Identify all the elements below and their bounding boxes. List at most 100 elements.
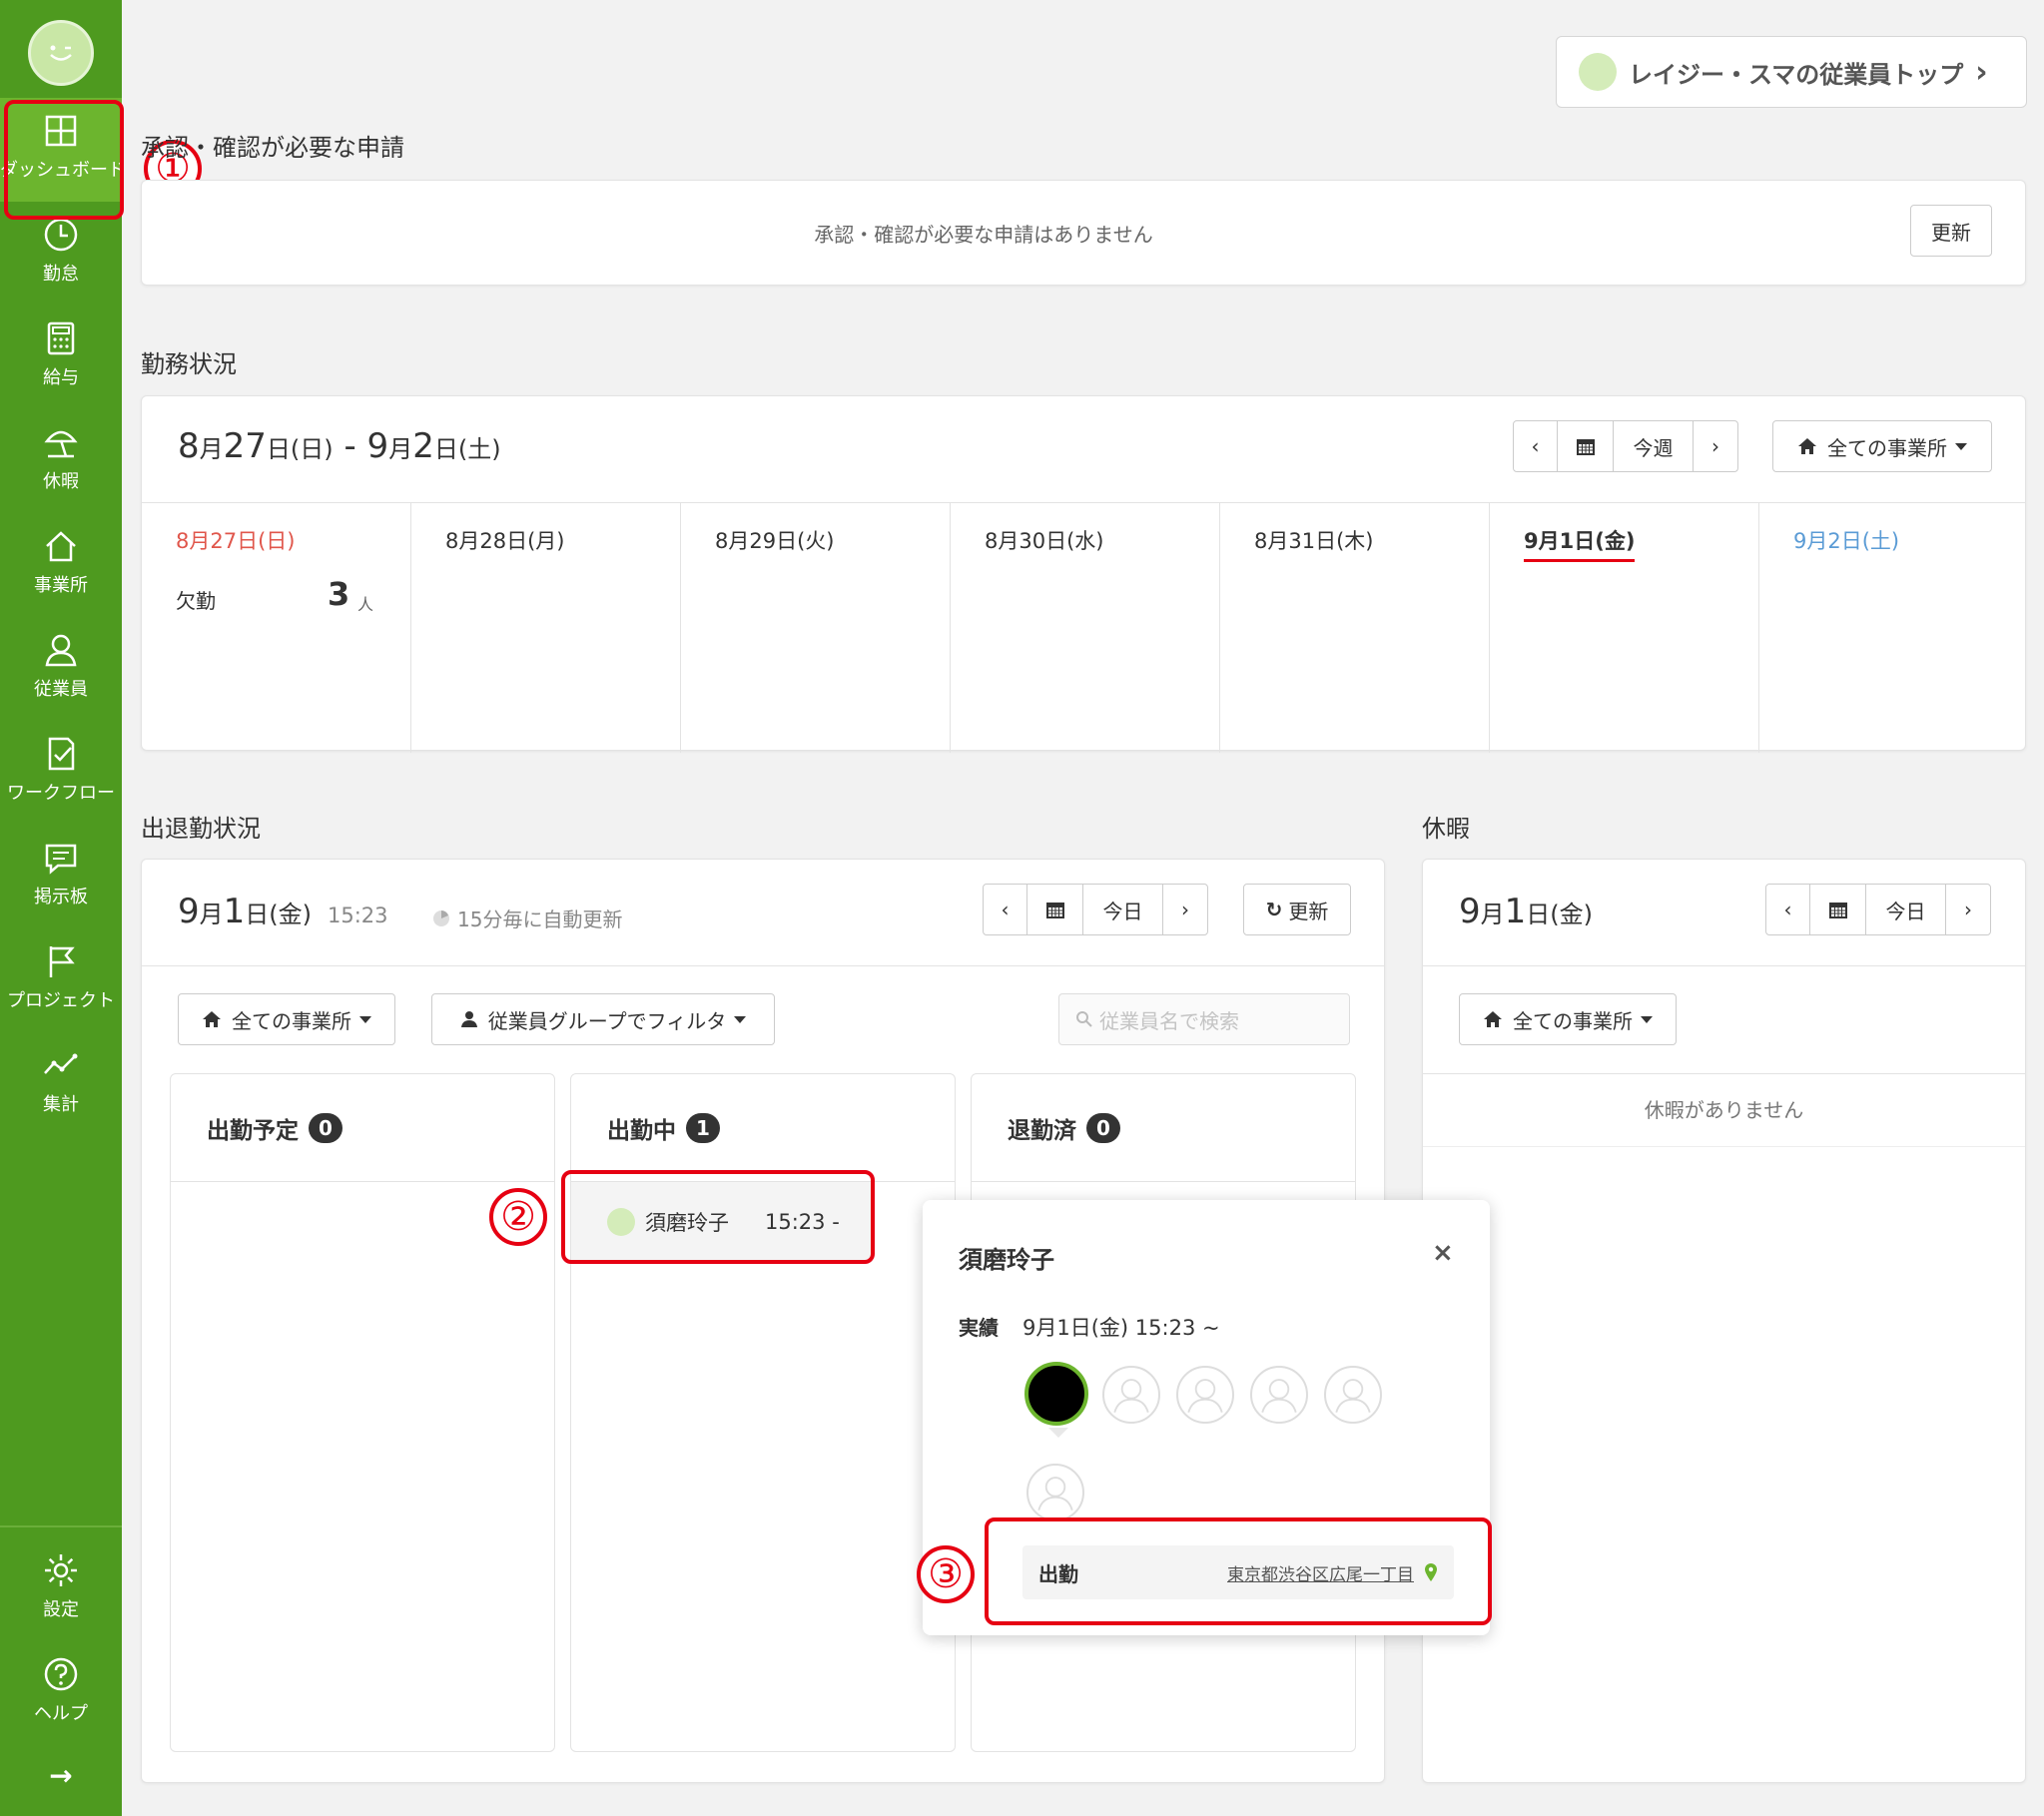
person-icon [1187, 1379, 1223, 1413]
sidebar-item-offices[interactable]: 事業所 [0, 513, 122, 617]
record-label: 実績 [959, 1316, 999, 1340]
office-filter-dropdown[interactable]: 全ての事業所 [178, 993, 395, 1045]
employee-search-input[interactable]: 従業員名で検索 [1058, 993, 1350, 1045]
office-filter-label: 全ての事業所 [1513, 1008, 1633, 1033]
photo-placeholder [1250, 1366, 1308, 1424]
sidebar-item-workflow[interactable]: ワークフロー [0, 721, 122, 825]
today-button[interactable]: 今日 [1083, 885, 1163, 934]
annotation-highlight-2 [561, 1170, 875, 1264]
sidebar-item-help[interactable]: ヘルプ [0, 1641, 122, 1745]
refresh-label: 更新 [1288, 899, 1329, 923]
sidebar-item-employees[interactable]: 従業員 [0, 617, 122, 721]
column-header: 出勤予定 0 [171, 1074, 554, 1182]
flag-icon [49, 946, 75, 977]
attendance-title: 出退勤状況 [141, 815, 261, 843]
close-icon[interactable]: × [1432, 1238, 1454, 1268]
leave-date: 9月1日(金) [1459, 892, 1594, 931]
work-status-card: 8月27日(日) - 9月2日(土) ‹ 今週 › 全ての事業所 8月27日(日… [141, 395, 2026, 753]
sidebar-item-label: 集計 [43, 1094, 79, 1115]
sidebar-item-label: 勤怠 [43, 264, 79, 285]
sidebar-item-board[interactable]: 掲示板 [0, 825, 122, 928]
popup-employee-name: 須磨玲子 [959, 1246, 1054, 1274]
this-week-button[interactable]: 今週 [1614, 421, 1694, 471]
punch-photo[interactable] [1024, 1362, 1088, 1426]
selected-pointer [1048, 1428, 1068, 1438]
attendance-date: 9月1日(金) [178, 892, 313, 931]
sidebar-item-label: プロジェクト [7, 990, 115, 1011]
day-label: 8月27日(日) [176, 529, 296, 553]
office-filter-label: 全ての事業所 [232, 1008, 351, 1033]
group-filter-dropdown[interactable]: 従業員グループでフィルタ [431, 993, 775, 1045]
sidebar-item-label: 従業員 [34, 679, 88, 700]
day-column[interactable]: 8月27日(日) 欠勤 3 人 [142, 503, 411, 753]
week-range: 8月27日(日) - 9月2日(土) [178, 426, 501, 466]
chart-line-icon [44, 1053, 78, 1074]
person-icon [460, 1011, 477, 1027]
approvals-title: 承認・確認が必要な申請 [141, 134, 404, 162]
today-button[interactable]: 今日 [1866, 885, 1946, 934]
calendar-button[interactable] [1558, 421, 1614, 471]
photo-placeholder [1324, 1366, 1382, 1424]
search-icon [1076, 1011, 1092, 1027]
prev-day-button[interactable]: ‹ [1766, 885, 1810, 934]
next-day-button[interactable]: › [1946, 885, 1990, 934]
calendar-button[interactable] [1810, 885, 1866, 934]
absence-count[interactable]: 3 [328, 575, 349, 613]
sidebar-item-settings[interactable]: 設定 [0, 1537, 122, 1641]
approvals-empty-text: 承認・確認が必要な申請はありません [814, 223, 1153, 247]
week-nav-group: ‹ 今週 › [1513, 420, 1738, 472]
help-icon [44, 1657, 78, 1691]
office-filter-dropdown[interactable]: 全ての事業所 [1772, 420, 1992, 472]
employee-top-link[interactable]: レイジー・スマの従業員トップ › [1556, 36, 2027, 108]
sidebar-item-project[interactable]: プロジェクト [0, 928, 122, 1032]
person-icon [1037, 1477, 1073, 1511]
leave-card: 9月1日(金) ‹ 今日 › 全ての事業所 休暇がありません [1422, 859, 2026, 1783]
day-label: 8月31日(木) [1254, 529, 1374, 553]
leave-empty-text: 休暇がありません [1423, 1073, 2025, 1147]
photo-placeholder [1176, 1366, 1234, 1424]
prev-day-button[interactable]: ‹ [984, 885, 1027, 934]
calendar-icon [1576, 439, 1595, 455]
approvals-refresh-button[interactable]: 更新 [1910, 205, 1992, 257]
calendar-button[interactable] [1027, 885, 1083, 934]
count-badge: 0 [1086, 1112, 1120, 1143]
next-day-button[interactable]: › [1163, 885, 1207, 934]
sidebar-item-label: 設定 [43, 1599, 79, 1620]
day-column[interactable]: 8月28日(月) [411, 503, 681, 753]
next-week-button[interactable]: › [1694, 421, 1737, 471]
count-badge: 1 [686, 1112, 720, 1143]
annotation-highlight-1 [4, 100, 124, 220]
scheduled-column: 出勤予定 0 [170, 1073, 555, 1752]
collapse-arrow-icon[interactable]: → [0, 1759, 122, 1792]
day-column[interactable]: 9月2日(土) [1759, 503, 2025, 753]
day-column[interactable]: 8月31日(木) [1220, 503, 1490, 753]
column-header: 退勤済 0 [972, 1074, 1355, 1182]
sidebar-item-payroll[interactable]: 給与 [0, 305, 122, 409]
attendance-refresh-button[interactable]: ↻ 更新 [1243, 884, 1351, 935]
day-column[interactable]: 8月30日(水) [951, 503, 1220, 753]
prev-week-button[interactable]: ‹ [1514, 421, 1558, 471]
sidebar-item-label: ヘルプ [34, 1703, 88, 1724]
sidebar-item-leave[interactable]: 休暇 [0, 409, 122, 513]
leave-title: 休暇 [1422, 815, 1470, 843]
attendance-time: 15:23 [328, 904, 388, 927]
home-icon [1484, 1011, 1502, 1027]
search-placeholder: 従業員名で検索 [1099, 1008, 1239, 1033]
home-icon [46, 531, 76, 562]
person-icon [1261, 1379, 1297, 1413]
app-logo[interactable] [28, 20, 94, 86]
sidebar-item-label: 休暇 [43, 471, 79, 492]
day-label: 9月1日(金) [1524, 525, 1636, 562]
sidebar-item-reports[interactable]: 集計 [0, 1032, 122, 1136]
sidebar-item-label: 事業所 [34, 575, 88, 596]
calendar-icon [1828, 903, 1847, 918]
office-filter-label: 全ての事業所 [1827, 435, 1947, 460]
auto-refresh-note: 15分毎に自動更新 [431, 904, 622, 932]
parasol-icon [44, 430, 78, 458]
group-filter-label: 従業員グループでフィルタ [487, 1008, 727, 1033]
day-column-today[interactable]: 9月1日(金) [1490, 503, 1759, 753]
office-filter-dropdown[interactable]: 全ての事業所 [1459, 993, 1677, 1045]
absence-label: 欠勤 [176, 589, 216, 613]
day-column[interactable]: 8月29日(火) [681, 503, 951, 753]
sidebar: ダッシュボード 勤怠 給与 休暇 事業所 従業員 ワークフロー 掲示板 プロジェ… [0, 0, 126, 1816]
